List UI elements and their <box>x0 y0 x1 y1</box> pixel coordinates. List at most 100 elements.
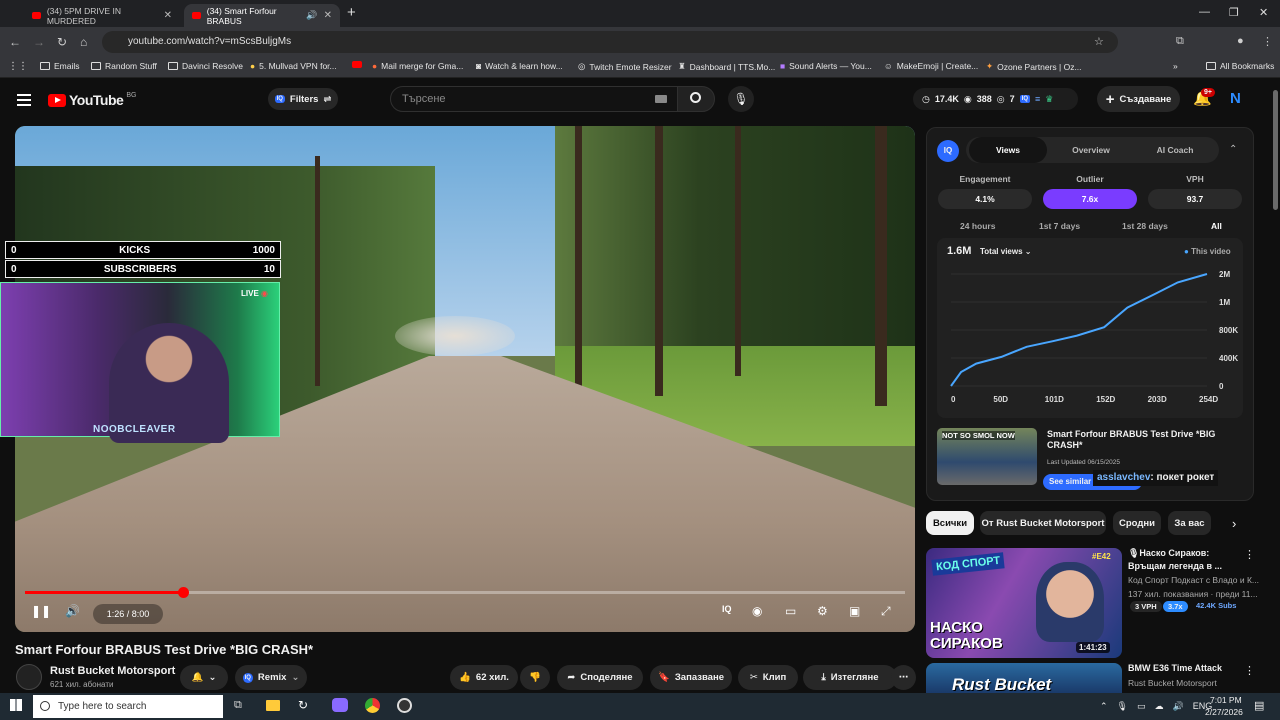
bookmark-youtube[interactable] <box>352 61 362 68</box>
file-explorer-icon[interactable] <box>266 700 280 711</box>
clock-date[interactable]: 2/27/2026 <box>1205 707 1243 717</box>
menu-icon[interactable]: ⋮ <box>1262 35 1273 48</box>
cloud-icon[interactable]: ☁ <box>1155 701 1164 712</box>
bookmark-sound-alerts[interactable]: ■ Sound Alerts — You... <box>780 61 872 71</box>
tab-overview[interactable]: Overview <box>1052 137 1130 163</box>
bookmark-tts-dashboard[interactable]: ♜ Dashboard | TTS.Mo... <box>678 61 775 72</box>
rec-title[interactable]: BMW E36 Time Attack <box>1128 663 1222 673</box>
microphone-button[interactable]: 🎙 <box>728 86 754 112</box>
chip-from-channel[interactable]: От Rust Bucket Motorsport <box>980 511 1106 535</box>
remix-button[interactable]: IQ Remix ⌄ <box>235 665 307 690</box>
rec-thumbnail[interactable]: Rust Bucket <box>926 663 1122 694</box>
similar-thumbnail[interactable]: NOT SO SMOL NOW <box>937 428 1037 485</box>
bookmark-twitch-emote[interactable]: ◎ Twitch Emote Resizer <box>578 61 672 72</box>
close-window-button[interactable]: ✕ <box>1259 6 1268 19</box>
tab-views[interactable]: Views <box>969 137 1047 163</box>
discord-icon[interactable] <box>332 698 348 712</box>
home-icon[interactable]: ⌂ <box>80 35 87 49</box>
speaker-icon[interactable]: 🔊 <box>306 10 317 21</box>
bookmark-ozone[interactable]: ✦ Ozone Partners | Oz... <box>986 61 1082 72</box>
hamburger-menu-icon[interactable] <box>17 91 31 109</box>
rec-channel[interactable]: Rust Bucket Motorsport <box>1128 678 1217 688</box>
range-all[interactable]: All <box>1211 221 1222 231</box>
bookmark-random-stuff[interactable]: Random Stuff <box>91 61 157 71</box>
extensions-icon[interactable]: ⧉ <box>1176 35 1184 48</box>
close-icon[interactable]: ✕ <box>164 10 172 21</box>
bookmark-star-icon[interactable]: ☆ <box>1094 35 1104 48</box>
minimize-button[interactable]: — <box>1199 6 1210 18</box>
close-icon[interactable]: ✕ <box>324 10 332 21</box>
chip-related[interactable]: Сродни <box>1113 511 1161 535</box>
miniplayer-icon[interactable]: ▣ <box>849 604 860 618</box>
like-button[interactable]: 👍 62 хил. <box>450 665 518 690</box>
subscribe-bell-button[interactable]: 🔔 ⌄ <box>180 665 228 690</box>
bookmarks-overflow-icon[interactable]: » <box>1173 61 1178 71</box>
bookmark-watch-learn[interactable]: ◙ Watch & learn how... <box>476 61 563 71</box>
bookmark-all[interactable]: All Bookmarks <box>1206 61 1274 71</box>
notification-center-icon[interactable]: ▤ <box>1254 699 1264 712</box>
create-button[interactable]: + Създаване <box>1097 86 1180 112</box>
profile-icon[interactable]: ● <box>1237 35 1244 47</box>
reload-icon[interactable]: ↻ <box>57 35 67 49</box>
bookmark-davinci[interactable]: Davinci Resolve <box>168 61 243 71</box>
back-icon[interactable]: ← <box>9 35 21 49</box>
vidiq-player-icon[interactable]: IQ <box>722 604 732 614</box>
task-view-icon[interactable]: ⧉ <box>234 699 242 712</box>
download-button[interactable]: ⤓ Изтегляне <box>803 665 897 690</box>
bookmark-makeemoji[interactable]: ☺ MakeEmoji | Create... <box>884 61 978 71</box>
chrome-icon[interactable] <box>365 698 380 713</box>
channel-avatar[interactable] <box>16 664 42 690</box>
range-28d[interactable]: 1st 28 days <box>1122 221 1168 231</box>
rec-more-icon[interactable]: ⋮ <box>1244 548 1255 561</box>
autoplay-toggle[interactable]: ◉ <box>752 604 762 618</box>
progress-bar[interactable] <box>25 587 905 598</box>
more-actions-button[interactable]: ⋯ <box>891 665 916 690</box>
chip-all[interactable]: Всички <box>926 511 974 535</box>
similar-video-title[interactable]: Smart Forfour BRABUS Test Drive *BIG CRA… <box>1047 429 1247 451</box>
share-button[interactable]: ➦ Споделяне <box>557 665 643 690</box>
range-24h[interactable]: 24 hours <box>960 221 995 231</box>
account-avatar[interactable]: N <box>1230 90 1241 107</box>
channel-name[interactable]: Rust Bucket Motorsport <box>50 665 175 677</box>
bookmark-mail-merge[interactable]: ● Mail merge for Gma... <box>372 61 463 71</box>
pause-button[interactable]: ❚❚ <box>31 604 51 618</box>
rec-channel[interactable]: Код Спорт Подкаст с Владо и К... <box>1128 575 1259 585</box>
search-input[interactable]: Търсене <box>390 86 678 112</box>
rec-thumbnail[interactable]: КОД СПОРТ #E42 НАСКО СИРАКОВ 1:41:23 <box>926 548 1122 658</box>
tab-2[interactable]: (34) Smart Forfour BRABUS 🔊 ✕ <box>184 4 340 27</box>
settings-gear-icon[interactable]: ⚙ <box>817 604 828 618</box>
url-field[interactable]: youtube.com/watch?v=mScsBuljgMs <box>102 31 1118 53</box>
fullscreen-icon[interactable]: ⤢ <box>881 604 891 619</box>
forward-icon[interactable]: → <box>33 35 45 49</box>
network-icon[interactable]: ▭ <box>1137 701 1146 712</box>
bookmark-mullvad[interactable]: ● 5. Mullvad VPN for... <box>250 61 337 71</box>
mic-icon[interactable]: 🎙 <box>1117 701 1128 712</box>
rec-more-icon[interactable]: ⋮ <box>1244 664 1255 677</box>
taskbar-search[interactable]: Type here to search <box>33 695 223 718</box>
search-button[interactable] <box>677 86 715 112</box>
collapse-chevron-icon[interactable]: ⌃ <box>1229 144 1237 155</box>
tab-1[interactable]: (34) 5PM DRIVE IN MURDERED ✕ <box>24 4 180 27</box>
tray-chevron-icon[interactable]: ⌃ <box>1100 701 1108 712</box>
restore-button[interactable]: ❐ <box>1229 6 1239 19</box>
apps-icon[interactable]: ⋮⋮ <box>8 61 28 72</box>
subtitles-icon[interactable]: ▭ <box>785 604 796 618</box>
clip-button[interactable]: ✂ Клип <box>738 665 798 690</box>
dislike-button[interactable]: 👎 <box>520 665 550 690</box>
rec-title[interactable]: 🎙Наско Сираков: Връщам легенда в ... <box>1128 547 1240 573</box>
vidiq-stats-bar[interactable]: ◷ 17.4K ◉ 388 ◎ 7 IQ ≡ ♛ <box>913 88 1078 110</box>
obs-icon[interactable] <box>397 698 412 713</box>
chips-next-icon[interactable]: › <box>1232 516 1236 531</box>
volume-icon[interactable]: 🔊 <box>65 604 80 618</box>
scrollbar-thumb[interactable] <box>1273 90 1278 210</box>
volume-tray-icon[interactable]: 🔊 <box>1173 701 1184 712</box>
windows-start-icon[interactable] <box>10 699 22 711</box>
range-7d[interactable]: 1st 7 days <box>1039 221 1080 231</box>
clock-time[interactable]: 7:01 PM <box>1210 695 1242 705</box>
bookmark-emails[interactable]: Emails <box>40 61 80 71</box>
tab-ai-coach[interactable]: AI Coach <box>1136 137 1214 163</box>
app-icon[interactable]: ↻ <box>298 698 308 712</box>
keyboard-icon[interactable] <box>655 95 667 103</box>
save-button[interactable]: 🔖 Запазване <box>650 665 732 690</box>
youtube-logo[interactable]: YouTube BG <box>48 92 136 108</box>
